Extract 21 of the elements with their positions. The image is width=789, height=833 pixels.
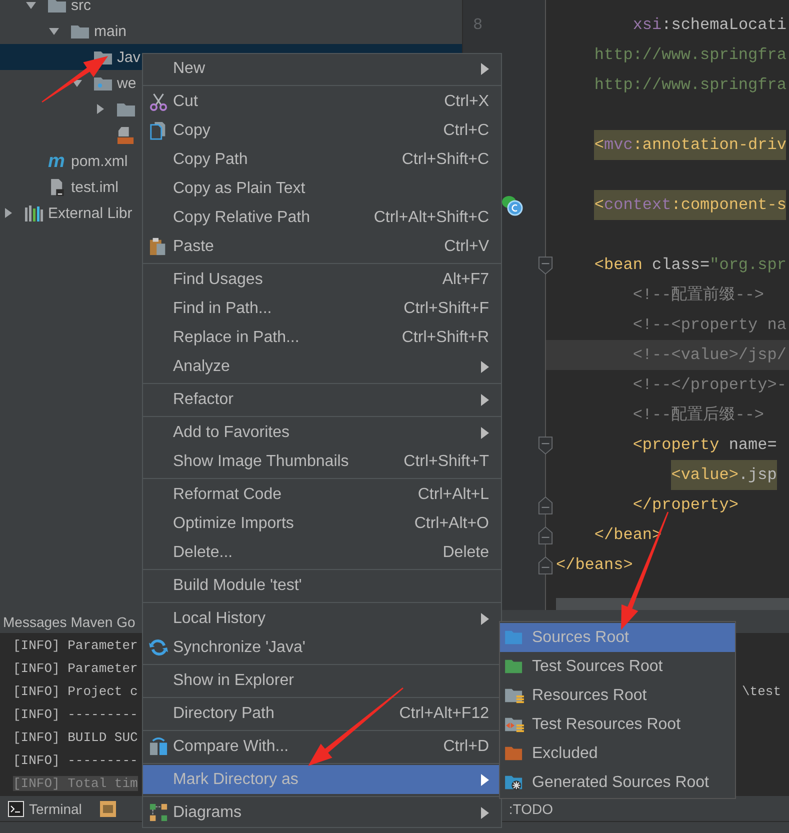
console-line: [INFO] --------- [13, 707, 138, 722]
code-line: <!--<value>/jsp/ [632, 345, 786, 366]
code-line: http://www.springfra [594, 45, 786, 66]
console-line: [INFO] BUILD SUC [13, 730, 138, 745]
code-line: <!--<property na [632, 315, 786, 336]
console-line: [INFO] --------- [13, 753, 138, 768]
console-line: [INFO] Project c [13, 684, 138, 699]
code-line: http://www.springfra [594, 75, 786, 96]
code-line: xsi:schemaLocati [632, 15, 786, 36]
console-line: [INFO] Parameter [13, 638, 138, 653]
code-line: <property name= [632, 435, 777, 456]
panel-title: Messages Maven Go [3, 614, 136, 630]
code-line: <bean class="org.spr [594, 255, 786, 276]
code-line: <!--配置后缀--> [632, 404, 764, 426]
maven-icon: m [48, 152, 66, 170]
code-line: <!--</property>- [632, 375, 786, 396]
code-line: </property> [632, 495, 738, 516]
console-line: \test [742, 684, 781, 699]
code-line: </beans> [556, 555, 633, 576]
code-line: <!--配置前缀--> [632, 285, 764, 306]
console-line: [INFO] Parameter [13, 661, 138, 676]
